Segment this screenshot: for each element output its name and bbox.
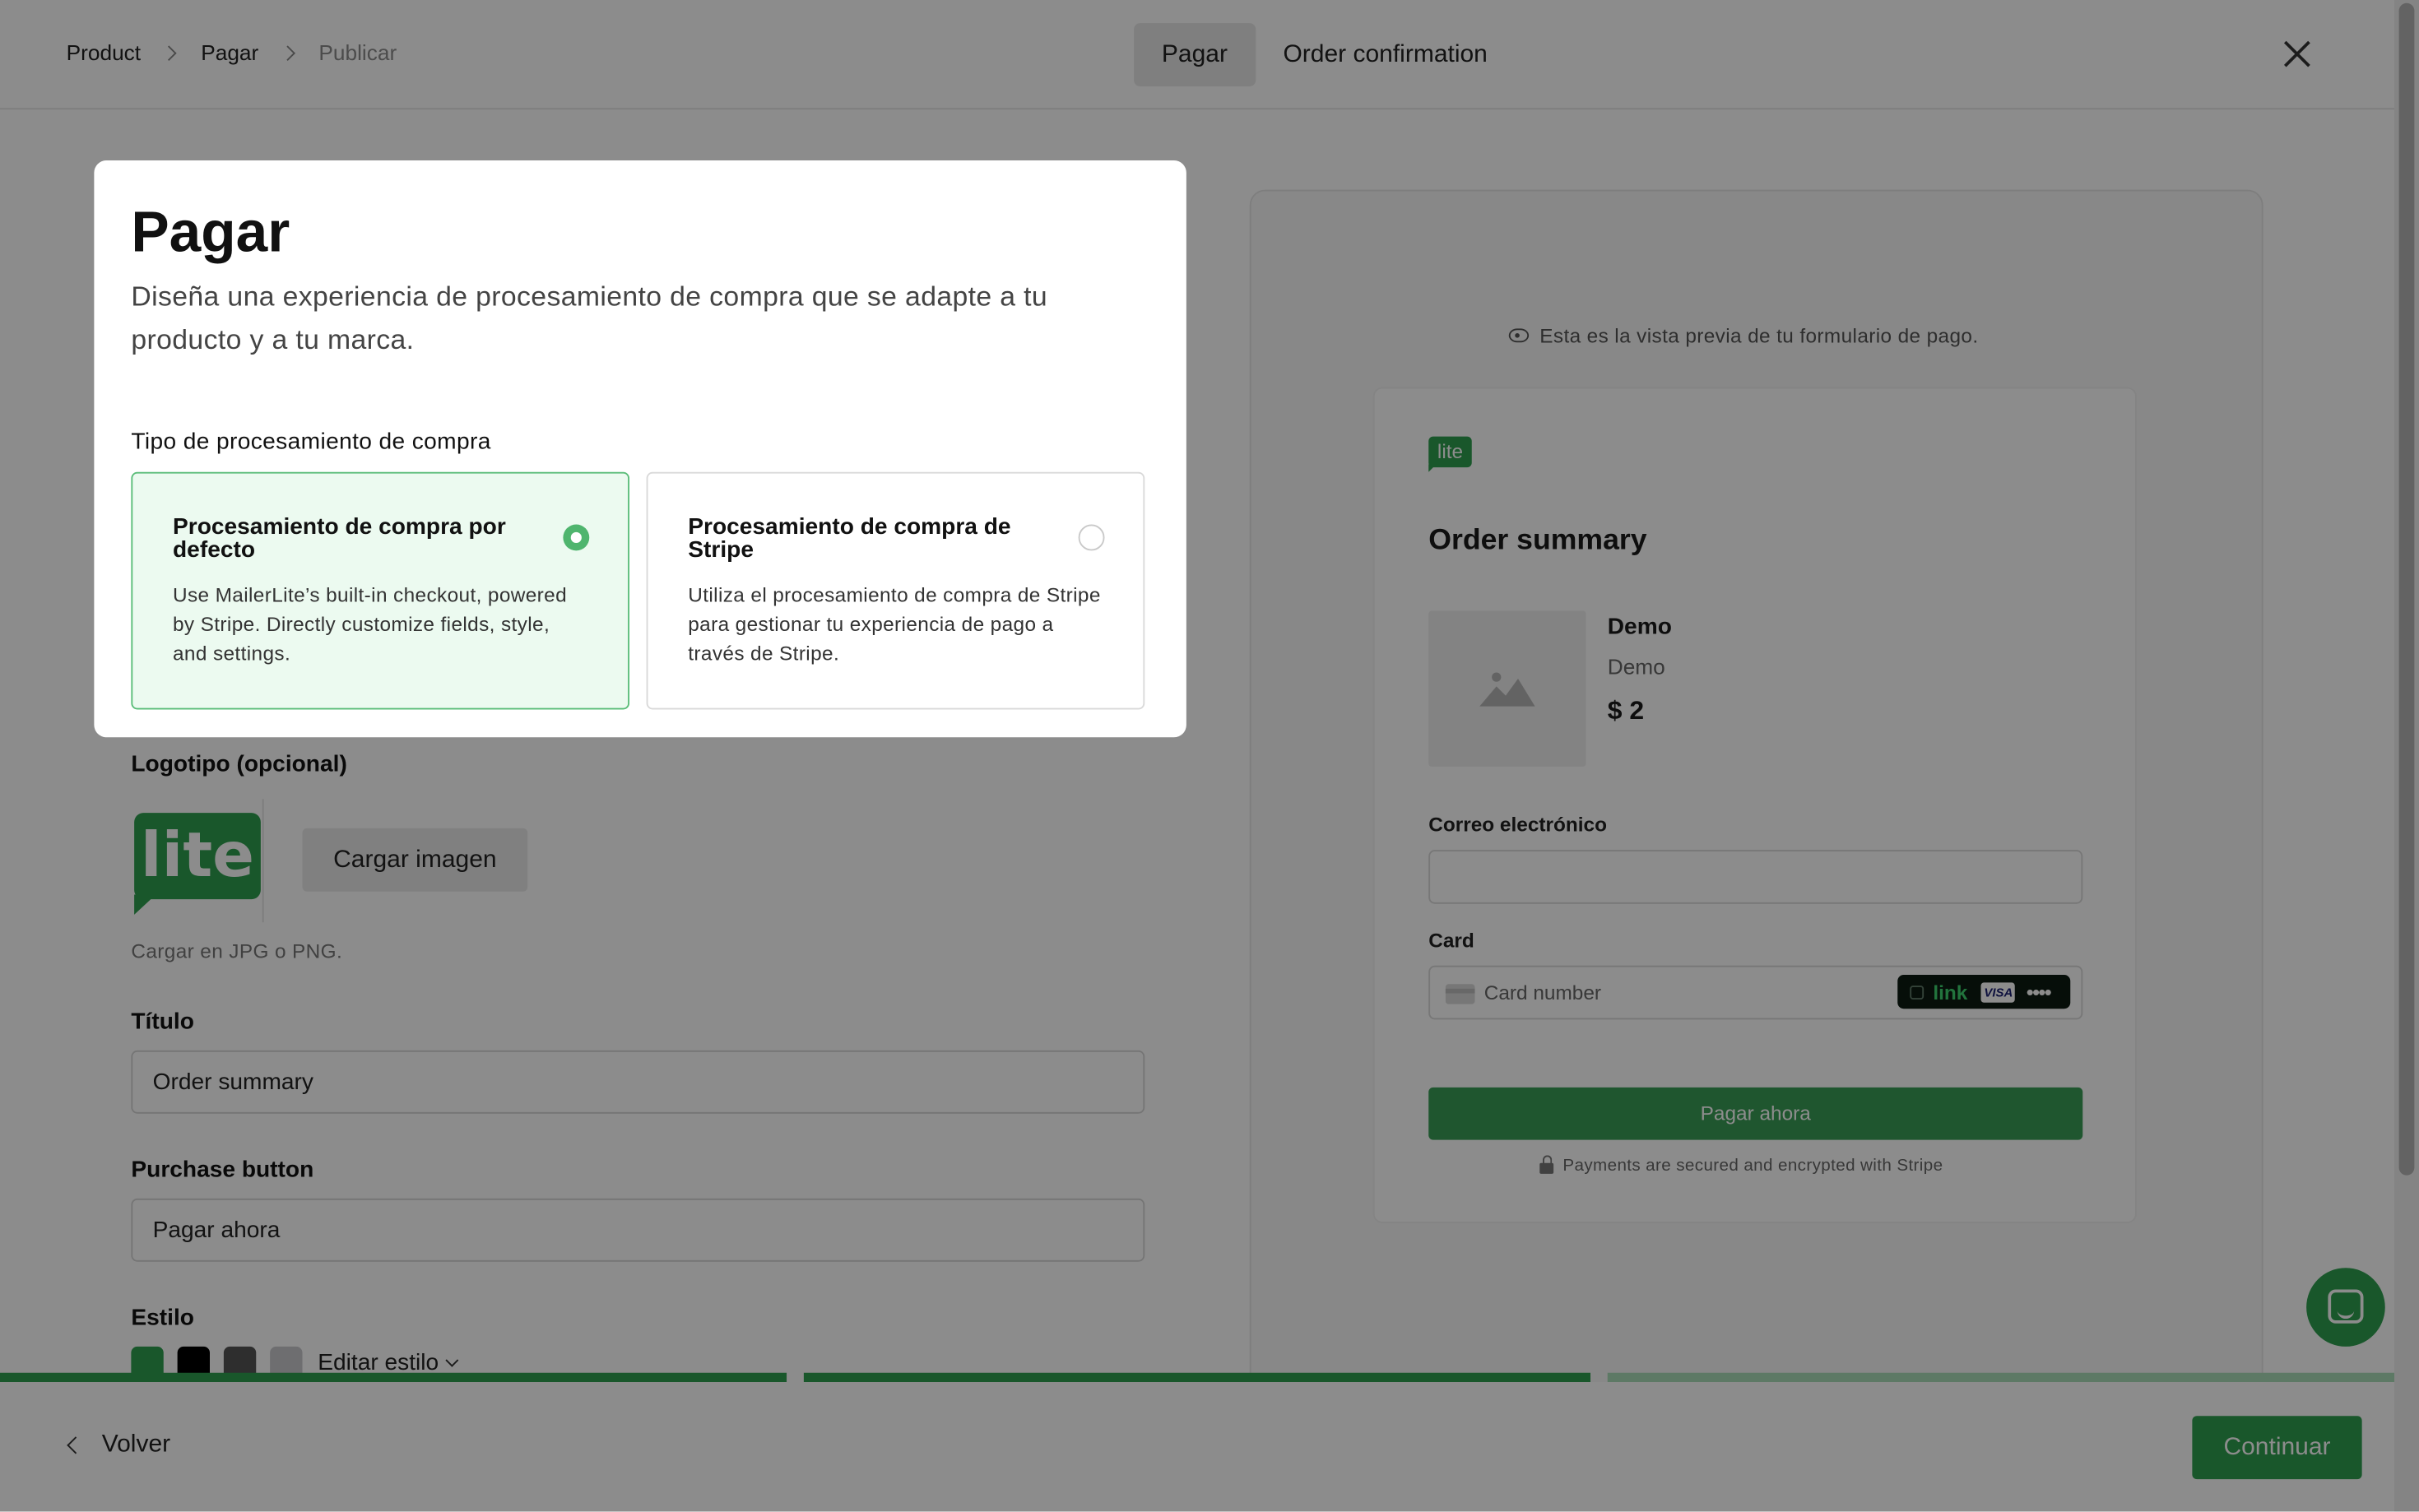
radio-selected[interactable] bbox=[563, 524, 590, 551]
checkout-type-modal: Pagar Diseña una experiencia de procesam… bbox=[94, 160, 1186, 738]
modal-description: Diseña una experiencia de procesamiento … bbox=[131, 281, 1048, 355]
option-description: Utiliza el procesamiento de compra de St… bbox=[688, 582, 1101, 666]
option-default-checkout[interactable]: Procesamiento de compra por defecto Use … bbox=[131, 471, 629, 710]
option-description: Use MailerLite’s built-in checkout, powe… bbox=[173, 582, 568, 666]
option-stripe-checkout[interactable]: Procesamiento de compra de Stripe Utiliz… bbox=[646, 471, 1145, 710]
checkout-type-label: Tipo de procesamiento de compra bbox=[131, 429, 491, 456]
radio-unselected[interactable] bbox=[1078, 524, 1105, 551]
modal-title: Pagar bbox=[131, 200, 290, 264]
option-title: Procesamiento de compra por defecto bbox=[173, 513, 506, 564]
option-title: Procesamiento de compra de Stripe bbox=[688, 513, 1011, 564]
app-stage: Product Pagar Publicar Pagar Order confi… bbox=[0, 0, 2419, 1512]
